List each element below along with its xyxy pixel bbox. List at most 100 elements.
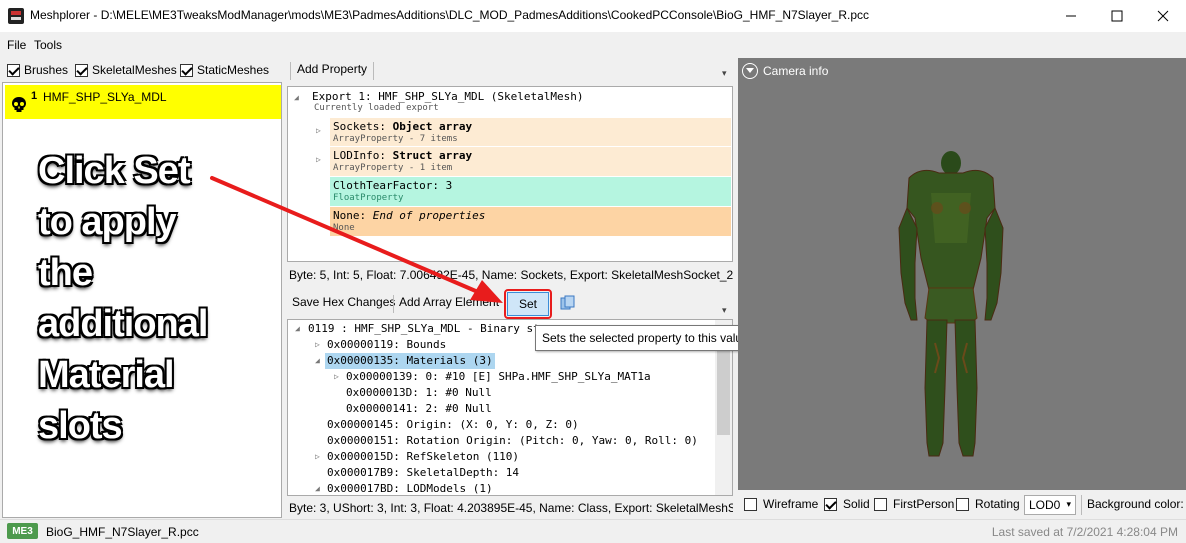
binary-row[interactable]: 0x00000141: 2: #0 Null (346, 401, 492, 417)
annotation-text: Click Set to apply the additional Materi… (38, 146, 278, 452)
minimize-button[interactable] (1048, 0, 1094, 32)
property-name: Sockets: (333, 120, 393, 133)
property-row-clothtearfactor[interactable]: ClothTearFactor: 3 FloatProperty (330, 177, 731, 206)
property-status: Byte: 5, Int: 5, Float: 7.006492E-45, Na… (289, 268, 733, 282)
menu-tools[interactable]: Tools (34, 38, 62, 52)
background-color-option[interactable]: Background color: (1087, 497, 1184, 511)
set-button-highlight (504, 289, 552, 319)
binary-row[interactable]: 0x0000015D: RefSkeleton (110) (327, 449, 519, 465)
filter-brushes-label: Brushes (24, 63, 69, 77)
checkbox-skeletal-meshes[interactable] (75, 63, 88, 77)
maximize-icon (1111, 10, 1123, 22)
property-label: LODInfo: Struct array (333, 149, 472, 162)
property-value: Struct array (392, 149, 473, 162)
export-header: Export 1: HMF_SHP_SLYa_MDL (SkeletalMesh… (312, 90, 584, 103)
camera-info-label: Camera info (763, 64, 829, 78)
binary-row[interactable]: 0x00000145: Origin: (X: 0, Y: 0, Z: 0) (327, 417, 579, 433)
checkbox-solid[interactable] (824, 497, 837, 511)
maximize-button[interactable] (1094, 0, 1140, 32)
property-name: None: (333, 209, 373, 222)
filter-static-meshes[interactable]: StaticMeshes (180, 63, 269, 77)
toolbar-separator (393, 295, 394, 313)
mesh-list-item-selected[interactable]: 1 HMF_SHP_SLYa_MDL (5, 85, 281, 119)
property-type: ArrayProperty - 1 item (333, 163, 453, 173)
checkbox-rotating[interactable] (956, 497, 969, 511)
mesh-name: HMF_SHP_SLYa_MDL (43, 90, 167, 104)
collapse-icon[interactable]: ◢ (294, 93, 299, 102)
solid-option[interactable]: Solid (824, 497, 870, 511)
mesh-index: 1 (31, 90, 38, 102)
binary-row[interactable]: 0x0000013D: 1: #0 Null (346, 385, 492, 401)
checkbox-firstperson[interactable] (874, 497, 887, 511)
close-icon (1157, 10, 1169, 22)
property-label: ClothTearFactor: 3 (333, 179, 452, 192)
window-title: Meshplorer - D:\MELE\ME3TweaksModManager… (30, 8, 870, 22)
property-row-none[interactable]: None: End of properties None (330, 207, 731, 236)
binary-row[interactable]: 0119 : HMF_SHP_SLYa_MDL - Binary st (308, 321, 540, 337)
lod-value: LOD0 (1029, 498, 1061, 512)
close-button[interactable] (1140, 0, 1186, 32)
binary-row[interactable]: 0x000017B9: SkeletalDepth: 14 (327, 465, 519, 481)
copy-icon[interactable] (560, 295, 576, 311)
property-type: FloatProperty (333, 193, 404, 203)
lod-select[interactable]: LOD0 ▾ (1024, 495, 1076, 515)
game-badge: ME3 (7, 523, 38, 539)
menu-file[interactable]: File (7, 38, 26, 52)
set-tooltip: Sets the selected property to this value (535, 325, 755, 351)
binary-row[interactable]: 0x00000151: Rotation Origin: (Pitch: 0, … (327, 433, 698, 449)
property-name: ClothTearFactor: (333, 179, 446, 192)
expand-icon[interactable]: ▷ (315, 340, 320, 349)
property-row-lodinfo[interactable]: LODInfo: Struct array ArrayProperty - 1 … (330, 147, 731, 176)
mesh-render (898, 151, 1004, 457)
properties-toolbar: Add Property ▾ (288, 59, 734, 83)
binary-row[interactable]: 0x00000139: 0: #10 [E] SHPa.HMF_SHP_SLYa… (346, 369, 651, 385)
add-array-element-button[interactable]: Add Array Element (399, 295, 499, 309)
expand-icon[interactable]: ▷ (316, 126, 321, 135)
expand-icon[interactable]: ▷ (334, 372, 339, 381)
collapse-icon[interactable]: ◢ (315, 356, 320, 365)
filter-skeletal-meshes[interactable]: SkeletalMeshes (75, 63, 177, 77)
filter-static-label: StaticMeshes (197, 63, 270, 77)
binary-row[interactable]: 0x00000119: Bounds (327, 337, 446, 353)
chevron-down-icon: ▾ (1066, 499, 1071, 509)
save-hex-changes-button[interactable]: Save Hex Changes (292, 295, 395, 309)
expand-icon[interactable]: ▷ (315, 452, 320, 461)
toolbar-grip (290, 62, 291, 80)
rotating-option[interactable]: Rotating (956, 497, 1020, 511)
title-bar: Meshplorer - D:\MELE\ME3TweaksModManager… (0, 0, 1186, 32)
collapse-icon[interactable]: ◢ (315, 484, 320, 493)
skull-icon (12, 97, 26, 112)
divider (1081, 495, 1082, 515)
camera-info-toggle[interactable]: Camera info (742, 63, 828, 79)
properties-tree[interactable]: ◢ Export 1: HMF_SHP_SLYa_MDL (SkeletalMe… (287, 86, 733, 262)
checkbox-wireframe[interactable] (744, 497, 757, 511)
binary-row-selected[interactable]: 0x00000135: Materials (3) (325, 353, 495, 369)
binary-status: Byte: 3, UShort: 3, Int: 3, Float: 4.203… (289, 501, 733, 515)
annotation-line: Click Set (38, 150, 191, 192)
binary-row[interactable]: 0x000017BD: LODModels (1) (327, 481, 493, 495)
annotation-line: Material (38, 354, 175, 396)
wireframe-label: Wireframe (763, 497, 819, 511)
expand-icon[interactable]: ▷ (316, 155, 321, 164)
add-property-button[interactable]: Add Property (297, 62, 367, 76)
firstperson-option[interactable]: FirstPerson (874, 497, 954, 511)
property-value: End of properties (372, 209, 486, 222)
toolbar-overflow-icon[interactable]: ▾ (722, 305, 727, 316)
annotation-line: the (38, 252, 93, 294)
wireframe-option[interactable]: Wireframe (744, 497, 818, 511)
property-type: None (333, 223, 355, 233)
property-type: ArrayProperty - 7 items (333, 134, 458, 144)
checkbox-brushes[interactable] (7, 63, 20, 77)
mesh-viewport[interactable] (738, 58, 1186, 490)
solid-label: Solid (843, 497, 870, 511)
property-row-sockets[interactable]: Sockets: Object array ArrayProperty - 7 … (330, 118, 731, 146)
property-label: Sockets: Object array (333, 120, 472, 133)
annotation-line: to apply (38, 201, 177, 243)
checkbox-static-meshes[interactable] (180, 63, 193, 77)
property-label: None: End of properties (333, 209, 485, 222)
filter-brushes[interactable]: Brushes (7, 63, 68, 77)
export-sub: Currently loaded export (314, 103, 439, 113)
collapse-icon[interactable]: ◢ (295, 324, 300, 333)
rotating-label: Rotating (975, 497, 1020, 511)
toolbar-overflow-icon[interactable]: ▾ (722, 68, 727, 79)
